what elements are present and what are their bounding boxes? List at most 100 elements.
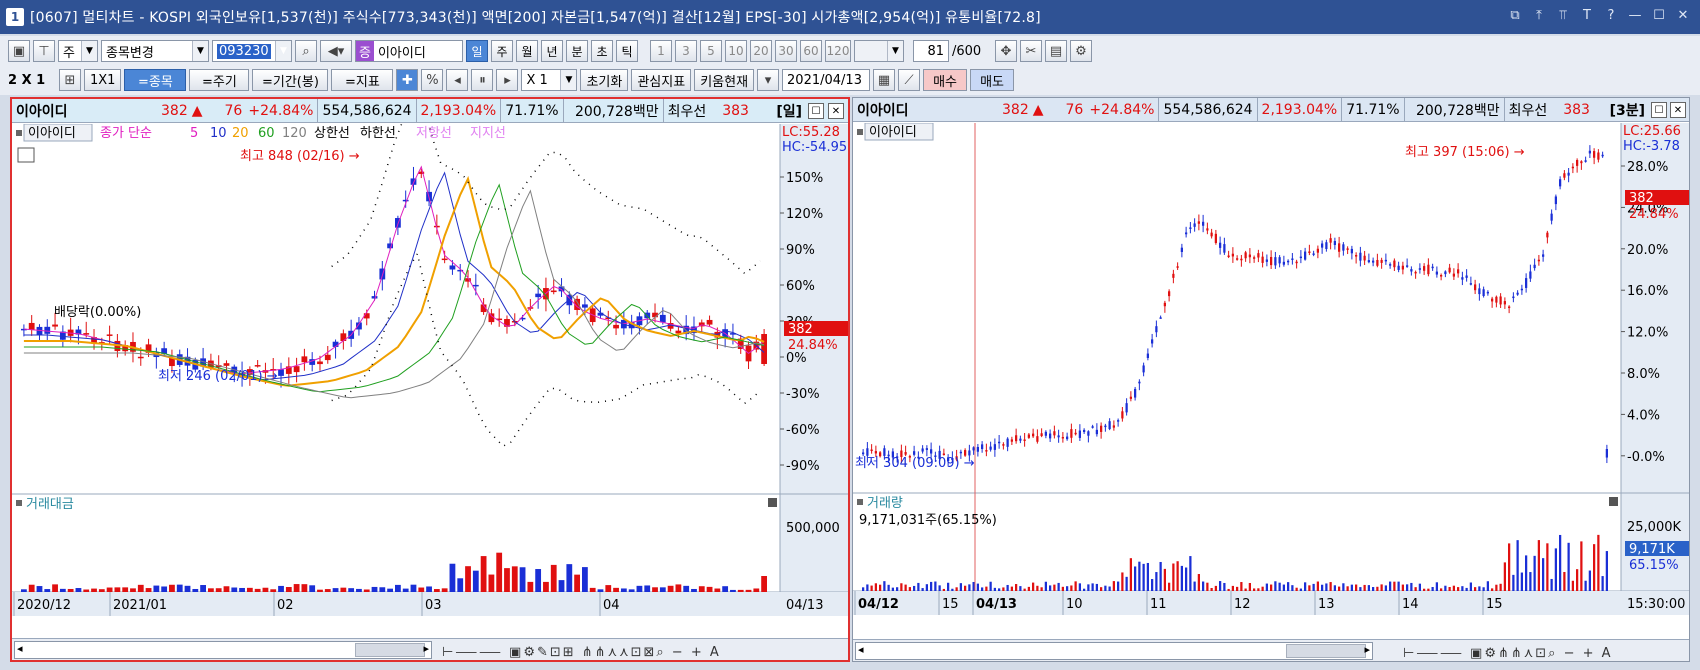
pause-icon[interactable]: ⏸: [471, 69, 494, 91]
sync-range-button[interactable]: =기간(봉): [252, 69, 329, 91]
daily-chart-pane[interactable]: 이아이디 382 ▲ 76 +24.84% 554,586,624 2,193.…: [10, 97, 850, 662]
close-icon[interactable]: ✕: [828, 103, 844, 119]
candle-body: [1040, 433, 1043, 437]
period-minute[interactable]: 분: [566, 40, 588, 62]
stock-name-field[interactable]: 증 이아이디: [355, 40, 463, 62]
close-icon[interactable]: ✕: [1670, 102, 1686, 118]
period-tick[interactable]: 틱: [616, 40, 638, 62]
y-tick-label: 12.0%: [1627, 326, 1668, 341]
period-day[interactable]: 일: [466, 40, 488, 62]
interval-5[interactable]: 5: [700, 40, 722, 62]
interval-1[interactable]: 1: [650, 40, 672, 62]
interval-60[interactable]: 60: [800, 40, 822, 62]
sell-button[interactable]: 매도: [970, 69, 1015, 91]
scroll-thumb[interactable]: [1286, 644, 1366, 658]
chart-tool-icons[interactable]: ⊢⸺⸺ ▣⚙✎⊡⊞ ⋔⋔⋏⋏⊡⊠⌕ − + A: [442, 641, 721, 660]
chart-icon[interactable]: ▣: [8, 40, 30, 62]
volume-bar: [1061, 586, 1064, 591]
crosshair-icon[interactable]: ✥: [995, 40, 1017, 62]
crosshair-icon[interactable]: ✚: [396, 69, 419, 91]
next-icon[interactable]: ▸: [496, 69, 519, 91]
candle-body: [1112, 425, 1115, 428]
volume-bar: [1461, 586, 1464, 591]
font-icon[interactable]: T: [1578, 6, 1596, 24]
date-input[interactable]: 2021/04/13: [782, 69, 871, 91]
chart-tool-icons[interactable]: ⊢⸺⸺ ▣⚙⋔⋔⋏⊡⌕ − + A: [1403, 642, 1613, 661]
gear-icon[interactable]: ⚙: [1070, 40, 1092, 62]
sync-stock-button[interactable]: =종목: [124, 69, 187, 91]
interval-3[interactable]: 3: [675, 40, 697, 62]
percent-button[interactable]: %: [421, 69, 444, 91]
minute-candle-chart[interactable]: 28.0%24.0%20.0%16.0%12.0%8.0%4.0%-0.0%LC…: [853, 123, 1689, 639]
count-input[interactable]: 81: [913, 40, 949, 62]
interval-120[interactable]: 120: [825, 40, 851, 62]
interval-10[interactable]: 10: [725, 40, 747, 62]
period-month[interactable]: 월: [516, 40, 538, 62]
minimize-icon[interactable]: —: [1626, 6, 1644, 24]
sync-indicator-button[interactable]: =지표: [331, 69, 394, 91]
reset-button[interactable]: 초기화: [580, 69, 629, 91]
up-arrow-icon: ▲: [191, 102, 203, 119]
volume-bar: [1410, 582, 1413, 591]
prev-icon[interactable]: ◂: [446, 69, 469, 91]
chevron-down-icon[interactable]: ▾: [757, 69, 780, 91]
volume-bar: [1448, 587, 1451, 591]
volume-bar: [1346, 586, 1349, 591]
scroll-left-icon[interactable]: ◂: [17, 642, 23, 655]
draw-icon[interactable]: ⟋: [898, 69, 921, 91]
tools-icon[interactable]: ✂: [1020, 40, 1042, 62]
interest-indicator-button[interactable]: 관심지표: [631, 69, 692, 91]
volume-bar: [597, 589, 604, 592]
one-by-one-button[interactable]: 1X1: [84, 69, 122, 91]
scroll-thumb[interactable]: [355, 643, 425, 657]
legend-resistance: 저항선: [416, 126, 452, 141]
save-icon[interactable]: ▤: [1045, 40, 1067, 62]
period-second[interactable]: 초: [591, 40, 613, 62]
help-icon[interactable]: ?: [1602, 6, 1620, 24]
period-week[interactable]: 주: [491, 40, 513, 62]
lc-label: LC:55.28: [782, 125, 840, 140]
grid-icon[interactable]: ⊞: [59, 69, 81, 91]
volume-bar: [246, 587, 253, 592]
scroll-left-icon[interactable]: ◂: [858, 643, 864, 656]
minute-chart-pane[interactable]: 이아이디 382 ▲ 76 +24.84% 554,586,624 2,193.…: [852, 97, 1690, 662]
sync-period-button[interactable]: =주기: [189, 69, 250, 91]
interval-custom-select[interactable]: ▼: [854, 40, 904, 62]
pin-icon[interactable]: ⊤: [33, 40, 55, 62]
pin-icon[interactable]: ⤒: [1530, 6, 1548, 24]
candle-body: [1291, 258, 1294, 260]
quote: 383: [1563, 101, 1590, 118]
interval-30[interactable]: 30: [775, 40, 797, 62]
daily-candle-chart[interactable]: 150%120%90%60%30%0%-30%-60%-90%LC:55.28H…: [12, 124, 848, 640]
speaker-icon[interactable]: ◀▾: [320, 40, 352, 62]
stock-code-input[interactable]: 093230 ▼: [212, 40, 292, 62]
calendar-icon[interactable]: ▦: [873, 69, 896, 91]
candle-body: [976, 446, 979, 452]
layout-icon[interactable]: ⫪: [1554, 6, 1572, 24]
maximize-icon[interactable]: ☐: [808, 103, 824, 119]
volume-bar: [1197, 574, 1200, 591]
scroll-right-icon[interactable]: ▸: [1364, 643, 1370, 656]
scroll-right-icon[interactable]: ▸: [423, 642, 429, 655]
kiwoom-current-button[interactable]: 키움현재: [694, 69, 755, 91]
volume-bar: [324, 589, 331, 592]
volume-bar: [52, 584, 58, 592]
maximize-icon[interactable]: ☐: [1650, 6, 1668, 24]
dividend-annotation: 배당락(0.00%): [54, 305, 141, 320]
close-icon[interactable]: ✕: [1674, 6, 1692, 24]
volume-bar: [262, 587, 269, 592]
multiplier-select[interactable]: X 1 ▼: [521, 69, 578, 91]
interval-20[interactable]: 20: [750, 40, 772, 62]
restore-icon[interactable]: ⧉: [1506, 6, 1524, 24]
period-year[interactable]: 년: [541, 40, 563, 62]
market-select[interactable]: 주 ▼: [58, 40, 98, 62]
horizontal-scrollbar[interactable]: ◂ ▸: [855, 642, 1373, 660]
maximize-icon[interactable]: ☐: [1651, 102, 1667, 118]
stock-change-select[interactable]: 종목변경 ▼: [101, 40, 209, 62]
volume-bar: [387, 588, 393, 592]
trade-amount: 200,728백만: [1403, 97, 1504, 122]
buy-button[interactable]: 매수: [923, 69, 968, 91]
search-icon[interactable]: ⌕: [295, 40, 317, 62]
horizontal-scrollbar[interactable]: ◂ ▸: [14, 641, 432, 659]
candle-body: [1197, 221, 1200, 224]
